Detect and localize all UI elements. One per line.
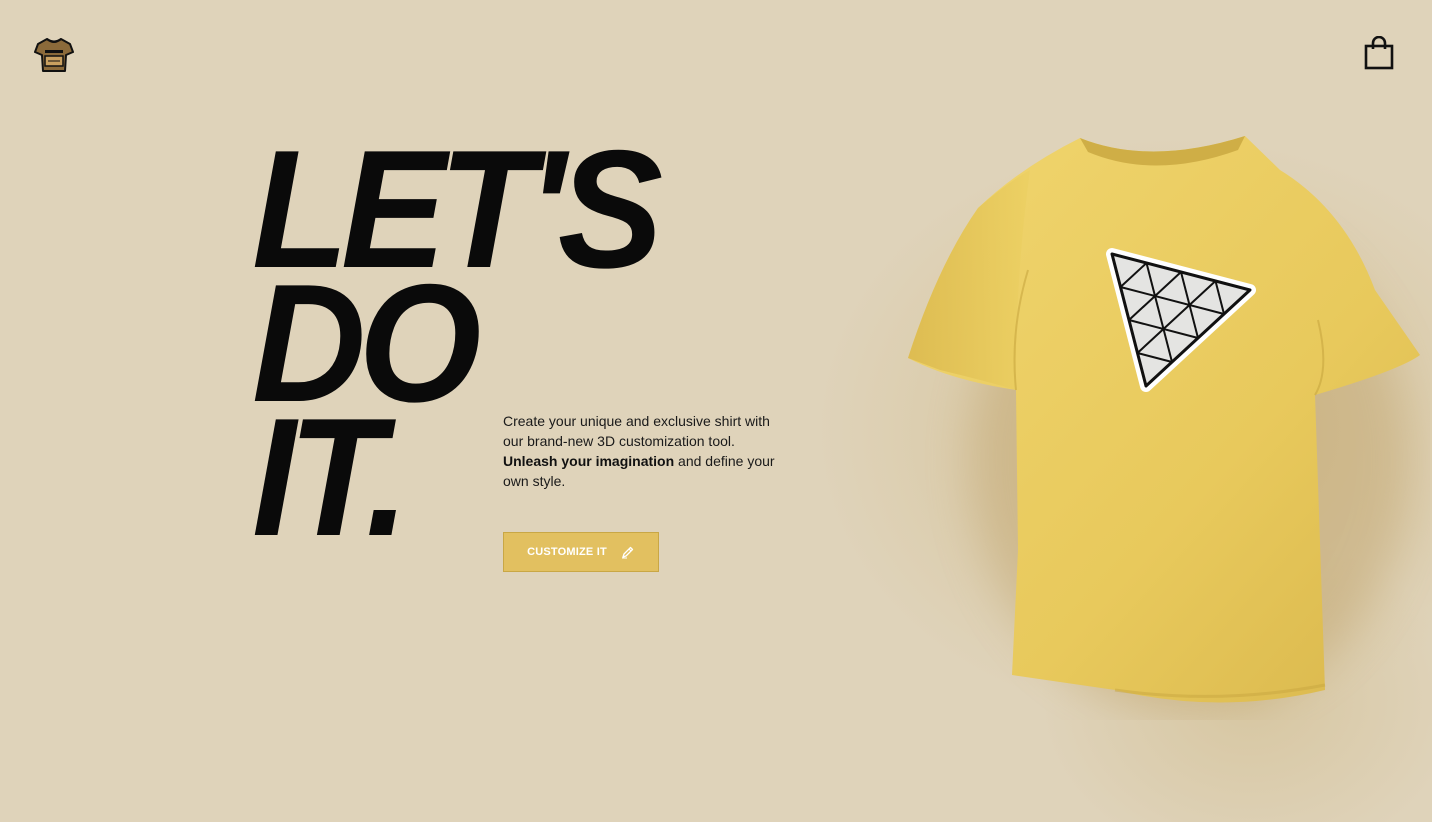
shopping-bag-icon[interactable] bbox=[1364, 35, 1394, 70]
customize-it-button[interactable]: CUSTOMIZE IT bbox=[503, 532, 659, 572]
yellow-tshirt-3d-model[interactable] bbox=[900, 130, 1430, 720]
description-text-1: Create your unique and exclusive shirt w… bbox=[503, 413, 770, 449]
description-emphasis: Unleash your imagination bbox=[503, 453, 675, 469]
pencil-icon bbox=[621, 545, 635, 559]
hero-description: Create your unique and exclusive shirt w… bbox=[503, 411, 793, 491]
tshirt-logo-icon[interactable] bbox=[34, 36, 74, 74]
customize-it-label: CUSTOMIZE IT bbox=[527, 546, 607, 558]
